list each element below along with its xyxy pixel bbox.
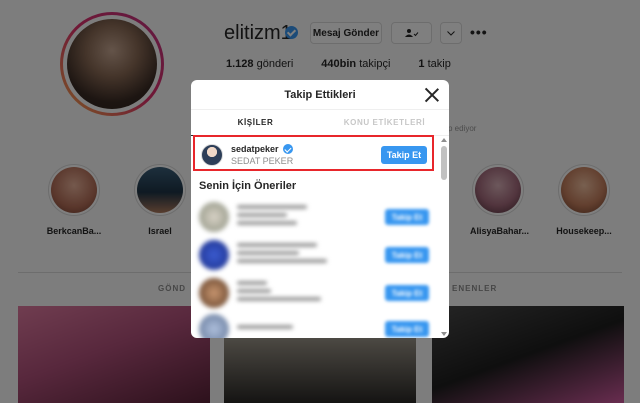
dialog-header: Takip Ettikleri [191,80,449,110]
avatar[interactable] [199,314,229,338]
tab-people[interactable]: KİŞİLER [191,110,320,135]
scrollbar-thumb[interactable] [441,146,447,180]
close-icon[interactable] [423,86,441,104]
suggestion-follow-button[interactable]: Takip Et [385,321,429,337]
suggestion-item[interactable]: Takip Et [199,238,429,272]
suggestion-item[interactable]: Takip Et [199,200,429,234]
avatar[interactable] [199,240,229,270]
suggestion-follow-button[interactable]: Takip Et [385,285,429,301]
tab-hashtags[interactable]: KONU ETİKETLERİ [320,110,449,135]
scroll-up-arrow-icon[interactable] [441,138,447,142]
following-dialog: Takip Ettikleri KİŞİLER KONU ETİKETLERİ … [191,80,449,338]
dialog-tabs: KİŞİLER KONU ETİKETLERİ [191,110,449,136]
scroll-down-arrow-icon[interactable] [441,332,447,336]
dialog-title: Takip Ettikleri [284,88,356,101]
suggestions-heading: Senin İçin Öneriler [199,180,297,192]
suggestion-item[interactable]: Takip Et [199,312,429,338]
suggestion-item[interactable]: Takip Et [199,276,429,310]
dialog-scrollbar[interactable] [441,138,447,336]
annotation-highlight-box [193,135,434,171]
avatar[interactable] [199,278,229,308]
avatar[interactable] [199,202,229,232]
suggestion-follow-button[interactable]: Takip Et [385,247,429,263]
suggestion-follow-button[interactable]: Takip Et [385,209,429,225]
